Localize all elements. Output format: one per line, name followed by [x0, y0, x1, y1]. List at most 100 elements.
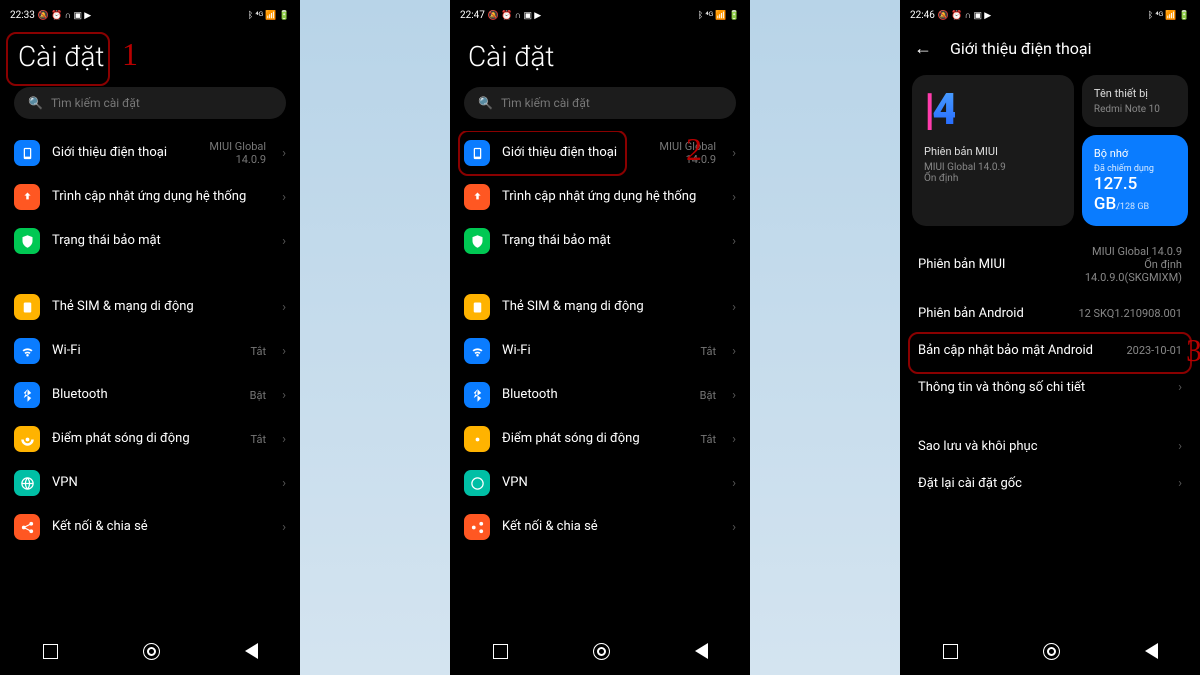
storage-sub: Đã chiếm dụng	[1094, 164, 1176, 174]
card-miui[interactable]: |4 Phiên bản MIUI MIUI Global 14.0.9 Ổn …	[912, 75, 1074, 226]
item-label: Thẻ SIM & mạng di động	[52, 299, 266, 316]
nav-bar	[0, 631, 300, 675]
nav-bar	[900, 631, 1200, 675]
item-wifi[interactable]: Wi-Fi Tắt ›	[450, 329, 750, 373]
row-android-version[interactable]: Phiên bản Android 12 SKQ1.210908.001	[900, 295, 1200, 332]
nav-recents[interactable]	[43, 644, 58, 659]
chevron-right-icon: ›	[282, 388, 286, 403]
phone-screen-2: 22:47🔕 ⏰ ∩ ▣ ▶ ᛒ ⁴ᴳ 📶 🔋 Cài đặt 🔍 Tìm ki…	[450, 0, 750, 675]
item-label: Thẻ SIM & mạng di động	[502, 299, 716, 316]
settings-list: Giới thiệu điện thoại MIUI Global 14.0.9…	[450, 131, 750, 631]
chevron-right-icon: ›	[732, 190, 736, 205]
item-connection[interactable]: Kết nối & chia sẻ ›	[450, 505, 750, 549]
miui-version: MIUI Global 14.0.9	[924, 162, 1062, 173]
chevron-right-icon: ›	[732, 476, 736, 491]
row-factory-reset[interactable]: Đặt lại cài đặt gốc ›	[900, 465, 1200, 502]
item-bluetooth[interactable]: Bluetooth Bật ›	[450, 373, 750, 417]
phone-screen-3: 22:46🔕 ⏰ ∩ ▣ ▶ ᛒ ⁴ᴳ 📶 🔋 ← Giới thiệu điệ…	[900, 0, 1200, 675]
item-value: MIUI Global 14.0.9	[659, 140, 716, 166]
item-label: Điểm phát sóng di động	[502, 431, 689, 448]
item-about-phone[interactable]: Giới thiệu điện thoại MIUI Global 14.0.9…	[450, 131, 750, 175]
search-icon: 🔍	[28, 96, 43, 110]
nav-back[interactable]	[1145, 643, 1158, 659]
nav-back[interactable]	[245, 643, 258, 659]
chevron-right-icon: ›	[1178, 380, 1182, 395]
row-security-update[interactable]: Bản cập nhật bảo mật Android 2023-10-01 …	[900, 332, 1200, 369]
card-device-name[interactable]: Tên thiết bị Redmi Note 10	[1082, 75, 1188, 127]
page-title: Giới thiệu điện thoại	[950, 39, 1092, 58]
item-vpn[interactable]: VPN ›	[450, 461, 750, 505]
row-miui-version[interactable]: Phiên bản MIUI MIUI Global 14.0.9 Ổn địn…	[900, 234, 1200, 295]
item-security-status[interactable]: Trạng thái bảo mật ›	[0, 219, 300, 263]
item-value: Tắt	[701, 345, 717, 358]
chevron-right-icon: ›	[732, 146, 736, 161]
nav-home[interactable]	[593, 643, 610, 660]
nav-recents[interactable]	[493, 644, 508, 659]
chevron-right-icon: ›	[282, 234, 286, 249]
back-arrow-icon[interactable]: ←	[914, 38, 932, 59]
item-bluetooth[interactable]: Bluetooth Bật ›	[0, 373, 300, 417]
update-icon	[14, 184, 40, 210]
bluetooth-icon	[14, 382, 40, 408]
item-about-phone[interactable]: Giới thiệu điện thoại MIUI Global 14.0.9…	[0, 131, 300, 175]
item-label: Bluetooth	[52, 387, 238, 404]
item-label: Trình cập nhật ứng dụng hệ thống	[502, 189, 716, 206]
shield-icon	[464, 228, 490, 254]
device-name-value: Redmi Note 10	[1094, 104, 1176, 115]
search-input[interactable]: 🔍 Tìm kiếm cài đặt	[464, 87, 736, 119]
storage-label: Bộ nhớ	[1094, 147, 1176, 160]
chevron-right-icon: ›	[282, 190, 286, 205]
item-hotspot[interactable]: Điểm phát sóng di động Tắt ›	[0, 417, 300, 461]
wifi-icon	[14, 338, 40, 364]
item-label: Kết nối & chia sẻ	[502, 519, 716, 536]
row-details[interactable]: Thông tin và thông số chi tiết ›	[900, 369, 1200, 406]
phone-icon	[464, 140, 490, 166]
search-input[interactable]: 🔍 Tìm kiếm cài đặt	[14, 87, 286, 119]
chevron-right-icon: ›	[1178, 476, 1182, 491]
item-label: Trạng thái bảo mật	[52, 233, 266, 250]
miui-stable: Ổn định	[924, 173, 1062, 184]
share-icon	[464, 514, 490, 540]
chevron-right-icon: ›	[282, 520, 286, 535]
settings-title: Cài đặt	[450, 30, 750, 87]
item-sim[interactable]: Thẻ SIM & mạng di động ›	[0, 285, 300, 329]
item-label: Kết nối & chia sẻ	[52, 519, 266, 536]
chevron-right-icon: ›	[732, 344, 736, 359]
nav-recents[interactable]	[943, 644, 958, 659]
globe-icon	[464, 470, 490, 496]
globe-icon	[14, 470, 40, 496]
search-placeholder: Tìm kiếm cài đặt	[501, 96, 590, 110]
item-connection[interactable]: Kết nối & chia sẻ ›	[0, 505, 300, 549]
clock: 22:46	[910, 10, 935, 21]
row-label: Phiên bản MIUI	[918, 257, 1005, 272]
chevron-right-icon: ›	[282, 476, 286, 491]
nav-bar	[450, 631, 750, 675]
wifi-icon	[464, 338, 490, 364]
status-bar: 22:33🔕 ⏰ ∩ ▣ ▶ ᛒ ⁴ᴳ 📶 🔋	[0, 0, 300, 30]
item-system-updater[interactable]: Trình cập nhật ứng dụng hệ thống ›	[0, 175, 300, 219]
item-value: Tắt	[251, 345, 267, 358]
row-backup[interactable]: Sao lưu và khôi phục ›	[900, 428, 1200, 465]
annotation-number: 3	[1186, 332, 1200, 369]
item-label: Trạng thái bảo mật	[502, 233, 716, 250]
item-sim[interactable]: Thẻ SIM & mạng di động ›	[450, 285, 750, 329]
item-system-updater[interactable]: Trình cập nhật ứng dụng hệ thống ›	[450, 175, 750, 219]
item-security-status[interactable]: Trạng thái bảo mật ›	[450, 219, 750, 263]
item-label: VPN	[52, 475, 266, 492]
nav-home[interactable]	[143, 643, 160, 660]
clock: 22:33	[10, 10, 35, 21]
item-vpn[interactable]: VPN ›	[0, 461, 300, 505]
item-value: MIUI Global 14.0.9	[209, 140, 266, 166]
info-cards: |4 Phiên bản MIUI MIUI Global 14.0.9 Ổn …	[900, 67, 1200, 234]
sim-icon	[14, 294, 40, 320]
item-hotspot[interactable]: Điểm phát sóng di động Tắt ›	[450, 417, 750, 461]
item-wifi[interactable]: Wi-Fi Tắt ›	[0, 329, 300, 373]
card-storage[interactable]: Bộ nhớ Đã chiếm dụng 127.5 GB/128 GB	[1082, 135, 1188, 226]
item-label: Giới thiệu điện thoại	[502, 145, 647, 162]
nav-home[interactable]	[1043, 643, 1060, 660]
bluetooth-icon	[464, 382, 490, 408]
row-value: 12 SKQ1.210908.001	[1078, 307, 1182, 320]
nav-back[interactable]	[695, 643, 708, 659]
device-name-label: Tên thiết bị	[1094, 87, 1176, 100]
chevron-right-icon: ›	[282, 432, 286, 447]
